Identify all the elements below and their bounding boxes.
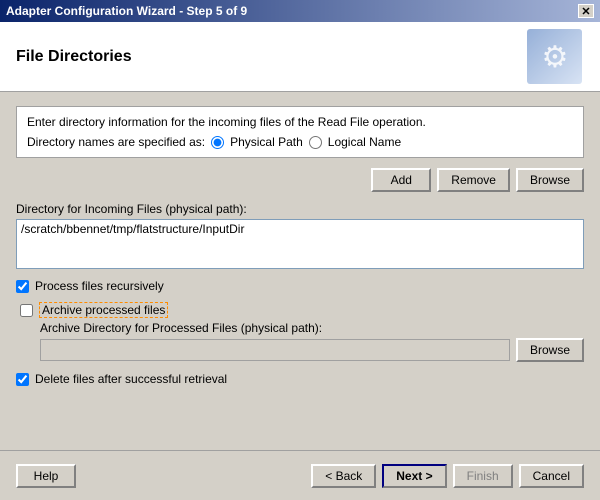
archive-browse-button[interactable]: Browse <box>516 338 584 362</box>
help-button[interactable]: Help <box>16 464 76 488</box>
physical-path-radio[interactable] <box>211 136 224 149</box>
title-bar-text: Adapter Configuration Wizard - Step 5 of… <box>6 4 247 18</box>
back-button[interactable]: < Back <box>311 464 376 488</box>
browse-button[interactable]: Browse <box>516 168 584 192</box>
gear-icon: ⚙ <box>524 27 584 87</box>
footer: Help < Back Next > Finish Cancel <box>0 450 600 500</box>
header-area: File Directories ⚙ <box>0 22 600 92</box>
logical-name-radio[interactable] <box>309 136 322 149</box>
info-box: Enter directory information for the inco… <box>16 106 584 158</box>
archive-section: Archive processed files Archive Director… <box>16 303 584 362</box>
remove-button[interactable]: Remove <box>437 168 510 192</box>
process-files-label[interactable]: Process files recursively <box>35 279 164 293</box>
dir-group: Directory for Incoming Files (physical p… <box>16 202 584 269</box>
page-title: File Directories <box>16 48 132 66</box>
title-bar: Adapter Configuration Wizard - Step 5 of… <box>0 0 600 22</box>
physical-path-label[interactable]: Physical Path <box>230 135 303 149</box>
next-button[interactable]: Next > <box>382 464 446 488</box>
delete-files-label[interactable]: Delete files after successful retrieval <box>35 372 227 386</box>
content-area: Enter directory information for the inco… <box>0 92 600 450</box>
logical-name-label[interactable]: Logical Name <box>328 135 401 149</box>
delete-files-row: Delete files after successful retrieval <box>16 372 584 386</box>
info-line1: Enter directory information for the inco… <box>27 115 573 129</box>
process-files-checkbox[interactable] <box>16 280 29 293</box>
delete-files-checkbox[interactable] <box>16 373 29 386</box>
action-buttons-row: Add Remove Browse <box>16 168 584 192</box>
dir-value: /scratch/bbennet/tmp/flatstructure/Input… <box>21 222 579 236</box>
archive-dir-label: Archive Directory for Processed Files (p… <box>40 321 584 335</box>
svg-text:⚙: ⚙ <box>541 41 568 74</box>
archive-checkbox-row: Archive processed files <box>20 303 584 317</box>
process-files-row: Process files recursively <box>16 279 584 293</box>
archive-files-checkbox[interactable] <box>20 304 33 317</box>
archive-label-text: Archive processed files <box>39 302 168 318</box>
archive-dir-input[interactable] <box>40 339 510 361</box>
archive-dir-group: Archive Directory for Processed Files (p… <box>20 321 584 362</box>
radio-label: Directory names are specified as: <box>27 135 205 149</box>
close-button[interactable]: ✕ <box>578 4 594 18</box>
dir-label: Directory for Incoming Files (physical p… <box>16 202 584 216</box>
cancel-button[interactable]: Cancel <box>519 464 584 488</box>
footer-right: < Back Next > Finish Cancel <box>311 464 584 488</box>
add-button[interactable]: Add <box>371 168 431 192</box>
finish-button[interactable]: Finish <box>453 464 513 488</box>
archive-inner: Browse <box>40 338 584 362</box>
window-body: File Directories ⚙ Enter directory infor… <box>0 22 600 500</box>
dir-list[interactable]: /scratch/bbennet/tmp/flatstructure/Input… <box>16 219 584 269</box>
radio-row: Directory names are specified as: Physic… <box>27 135 573 149</box>
archive-files-label[interactable]: Archive processed files <box>39 303 168 317</box>
